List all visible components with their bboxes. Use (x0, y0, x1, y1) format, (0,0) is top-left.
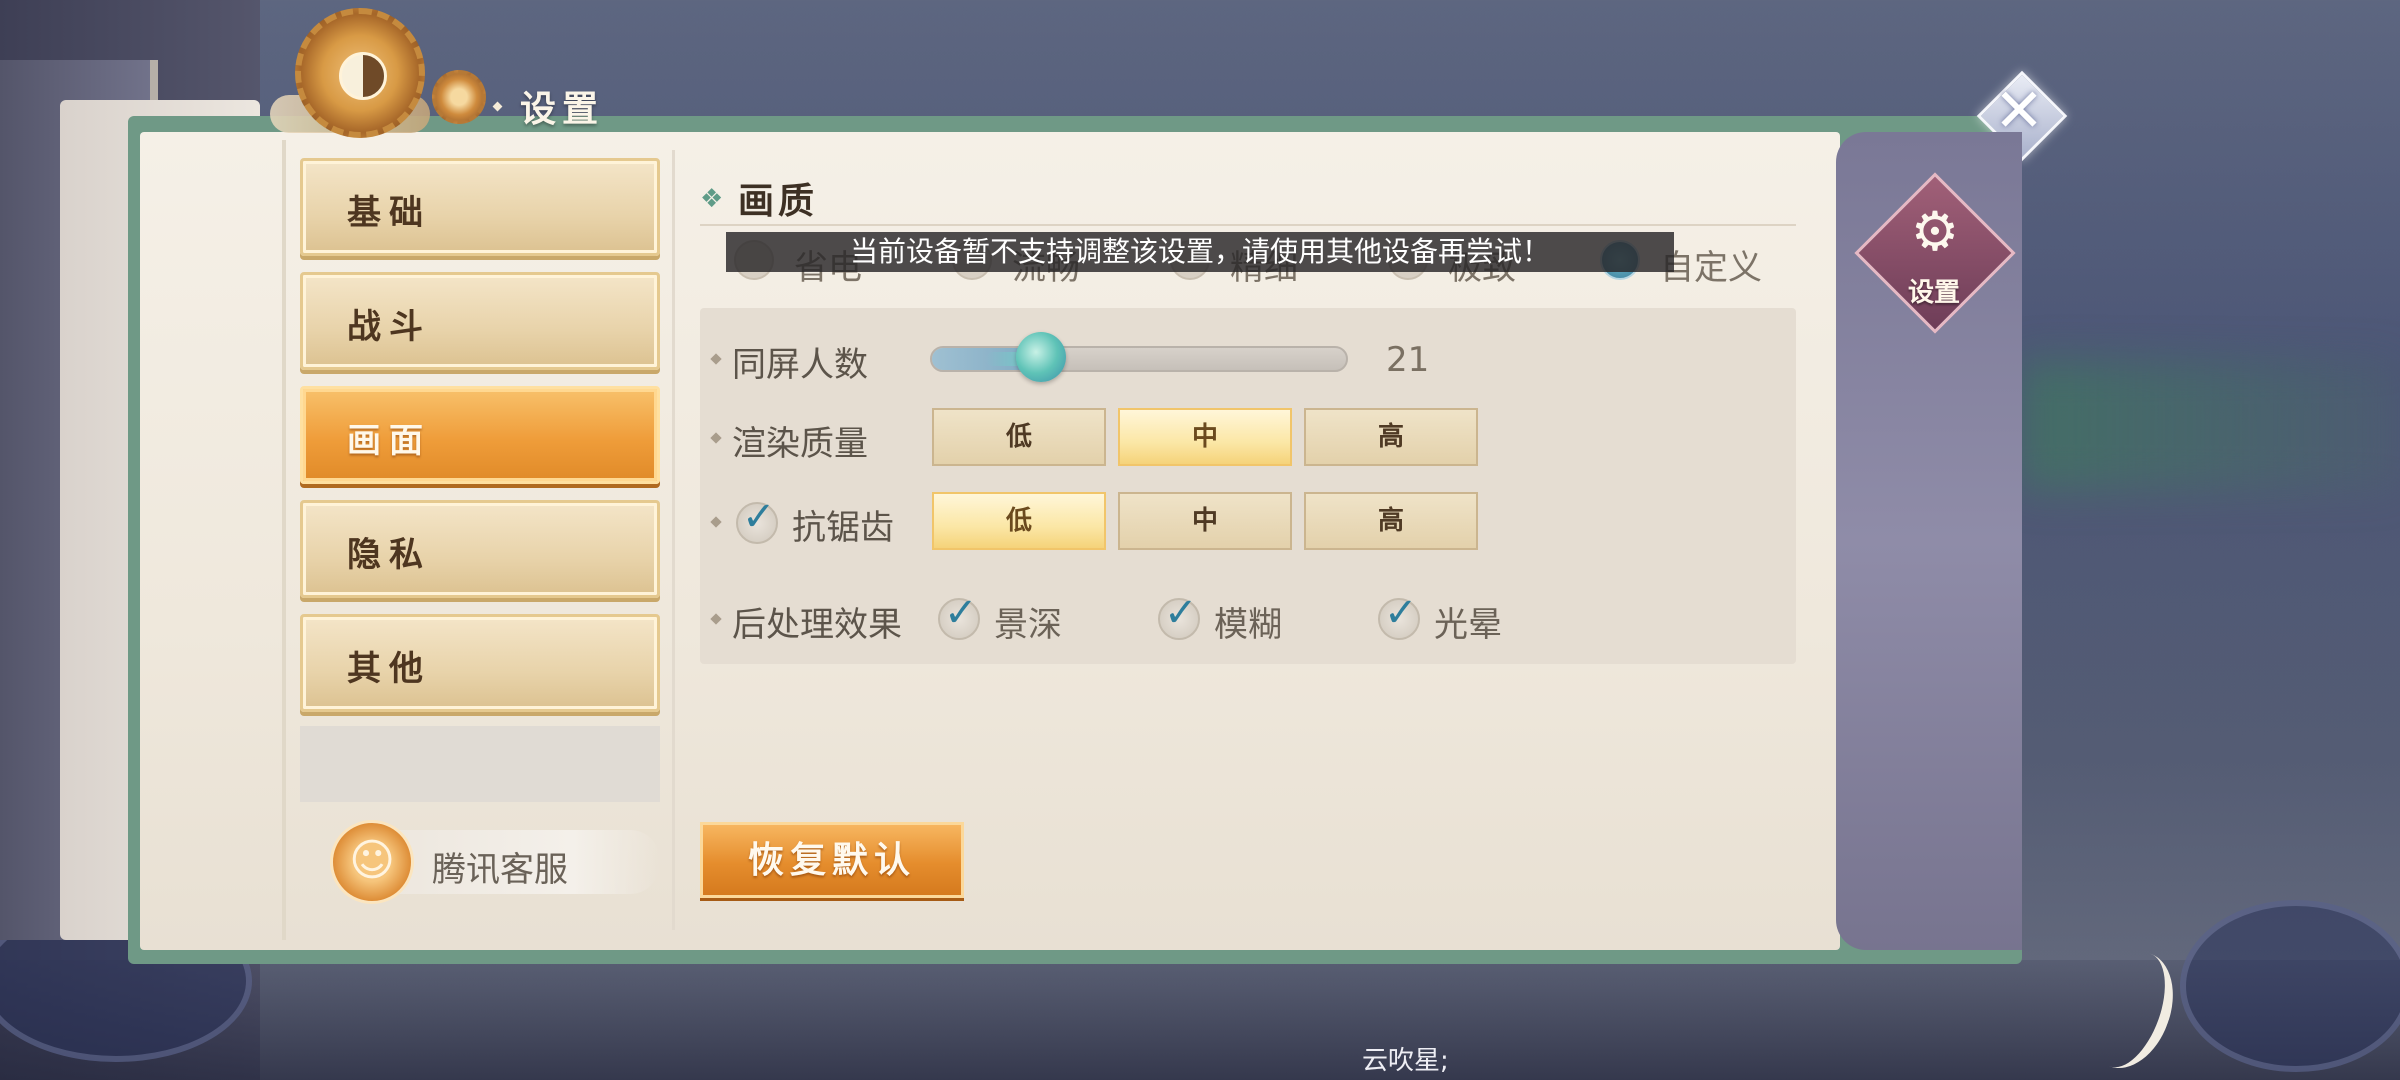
check-icon: ✓ (1164, 590, 1198, 636)
render-quality-label: 渲染质量 (732, 424, 868, 464)
tab-label: 画面 (347, 421, 431, 461)
tab-graphics[interactable]: 画面 (300, 386, 660, 484)
decor-cloud (2180, 900, 2400, 1072)
depth-of-field-checkbox[interactable]: ✓ (938, 590, 980, 640)
player-count-value: 21 (1386, 340, 1430, 380)
divider (700, 224, 1796, 226)
player-count-label: 同屏人数 (732, 345, 868, 385)
divider (282, 140, 286, 940)
background-foliage (2020, 360, 2400, 490)
yin-yang-gear-icon (295, 8, 425, 138)
tab-label: 其他 (347, 649, 431, 689)
check-icon: ✓ (944, 590, 978, 636)
reset-default-button[interactable]: 恢复默认 (700, 822, 964, 898)
unsupported-toast: 当前设备暂不支持调整该设置，请使用其他设备再尝试！ (726, 232, 1674, 272)
tab-basic[interactable]: 基础 (300, 158, 660, 256)
tab-other[interactable]: 其他 (300, 614, 660, 712)
anti-aliasing-high[interactable]: 高 (1304, 492, 1478, 550)
tab-placeholder (300, 726, 660, 802)
post-processing-label: 后处理效果 (732, 605, 902, 645)
render-quality-low[interactable]: 低 (932, 408, 1106, 466)
anti-aliasing-low[interactable]: 低 (932, 492, 1106, 550)
section-title: 画质 (738, 180, 819, 222)
customer-service-label[interactable]: 腾讯客服 (432, 842, 568, 891)
divider (672, 150, 675, 930)
title-dot-icon (492, 101, 503, 112)
preset-label: 自定义 (1660, 248, 1762, 288)
background-bottom (0, 960, 2400, 1080)
settings-tab-label: 设置 (1907, 278, 1960, 308)
customer-service-icon[interactable]: ☺ (330, 820, 414, 904)
tab-privacy[interactable]: 隐私 (300, 500, 660, 598)
check-icon: ✓ (742, 494, 776, 540)
render-quality-high[interactable]: 高 (1304, 408, 1478, 466)
bloom-label: 光晕 (1434, 605, 1502, 645)
blur-label: 模糊 (1214, 605, 1282, 645)
anti-aliasing-label: 抗锯齿 (792, 508, 894, 548)
anti-aliasing-checkbox[interactable]: ✓ (736, 494, 778, 544)
page-title: 设置 (520, 88, 605, 130)
depth-of-field-label: 景深 (994, 605, 1062, 645)
render-quality-medium[interactable]: 中 (1118, 408, 1292, 466)
tab-label: 隐私 (347, 535, 431, 575)
small-gear-icon (432, 70, 486, 124)
tab-label: 基础 (347, 193, 431, 233)
check-icon: ✓ (1384, 590, 1418, 636)
anti-aliasing-medium[interactable]: 中 (1118, 492, 1292, 550)
section-diamond-icon: ❖ (700, 184, 724, 214)
slider-thumb[interactable] (1016, 332, 1066, 382)
tab-label: 战斗 (347, 307, 431, 347)
chat-message: 云吹星; (1362, 1046, 1449, 1076)
gear-icon: ⚙ (1910, 200, 1960, 263)
blur-checkbox[interactable]: ✓ (1158, 590, 1200, 640)
bloom-checkbox[interactable]: ✓ (1378, 590, 1420, 640)
tab-combat[interactable]: 战斗 (300, 272, 660, 370)
